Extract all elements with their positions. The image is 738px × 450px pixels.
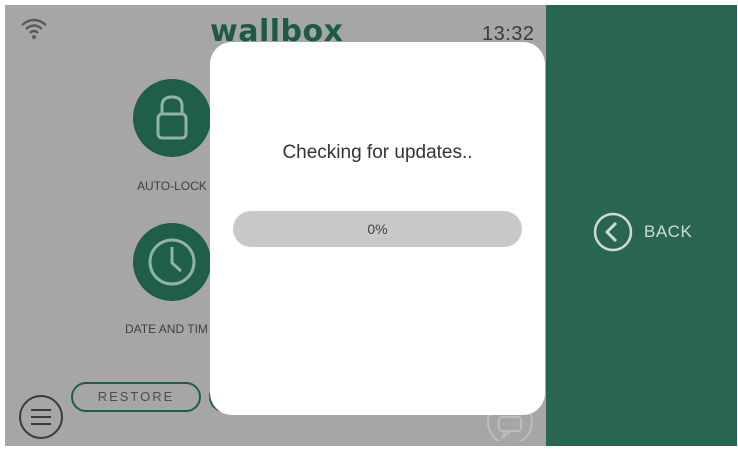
chevron-left-circle-icon	[593, 212, 633, 252]
clock-icon	[148, 238, 196, 286]
auto-lock-label: AUTO-LOCK	[137, 179, 207, 193]
progress-percentage: 0%	[367, 221, 388, 237]
date-time-button[interactable]	[133, 223, 211, 301]
auto-lock-button[interactable]	[133, 79, 211, 157]
wifi-icon	[21, 18, 47, 39]
date-time-label: DATE AND TIM	[125, 322, 208, 336]
back-button[interactable]: BACK	[592, 211, 722, 253]
restore-button[interactable]: RESTORE	[71, 382, 201, 412]
side-panel: BACK	[546, 5, 737, 446]
dialog-title: Checking for updates..	[282, 142, 473, 163]
back-label: BACK	[644, 222, 693, 241]
lock-icon	[156, 95, 188, 140]
device-screen: wallbox 13:32 AUTO-LOCK DATE AND TIM RES…	[5, 5, 737, 446]
update-progress-bar: 0%	[233, 211, 522, 247]
update-dialog: Checking for updates.. 0%	[210, 42, 545, 415]
hamburger-icon[interactable]	[18, 394, 64, 440]
